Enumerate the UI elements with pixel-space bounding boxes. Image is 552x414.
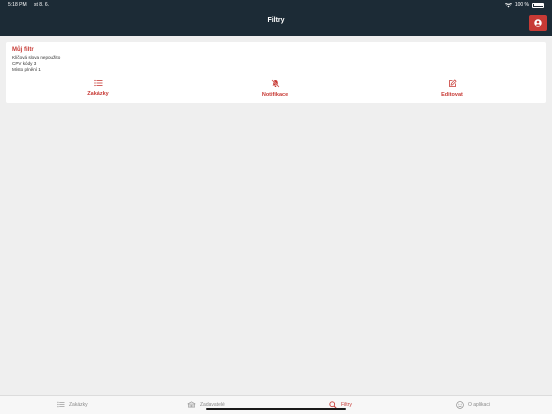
app-header: 5:18 PM st 8. 6. 100 % Filtry	[0, 0, 552, 36]
building-icon	[187, 401, 196, 408]
tab-orders[interactable]: Zakázky	[57, 401, 88, 408]
profile-button[interactable]	[529, 15, 547, 31]
smile-icon	[456, 401, 464, 409]
filter-keywords: Klíčová slova nepoužito	[12, 55, 61, 60]
tab-about-label: O aplikaci	[468, 402, 490, 408]
bottom-tab-bar: Zakázky Zadavatelé Filtry O aplikaci	[0, 395, 552, 414]
tab-contractors-label: Zadavatelé	[200, 401, 225, 408]
filter-actions: Zakázky Notifikace Editovat	[6, 79, 546, 101]
edit-action-button[interactable]: Editovat	[412, 79, 492, 98]
filter-place: Místo plnění 1	[12, 67, 41, 72]
page-title: Filtry	[267, 17, 285, 24]
list-icon	[57, 401, 65, 408]
filter-name: Můj filtr	[12, 47, 34, 53]
filter-cpv: CPV kódy 3	[12, 61, 37, 66]
tab-about[interactable]: O aplikaci	[456, 401, 490, 409]
notifications-action-button[interactable]: Notifikace	[235, 79, 315, 98]
battery-percent: 100 %	[514, 2, 529, 8]
edit-action-label: Editovat	[441, 92, 463, 98]
status-time: 5:18 PM	[8, 2, 27, 8]
list-icon	[93, 79, 102, 87]
notifications-action-label: Notifikace	[261, 92, 289, 98]
battery-icon	[532, 2, 544, 8]
orders-action-button[interactable]: Zakázky	[58, 79, 138, 97]
tab-contractors[interactable]: Zadavatelé	[187, 401, 225, 408]
orders-action-label: Zakázky	[87, 91, 109, 97]
home-indicator[interactable]	[206, 408, 346, 410]
wifi-icon	[504, 2, 512, 7]
edit-icon	[448, 79, 456, 87]
status-bar: 5:18 PM st 8. 6. 100 %	[0, 0, 552, 10]
bell-off-icon	[271, 79, 279, 88]
tab-orders-label: Zakázky	[69, 401, 88, 408]
status-date: st 8. 6.	[34, 2, 50, 8]
user-icon	[534, 19, 542, 27]
filter-card: Můj filtr Klíčová slova nepoužito CPV kó…	[6, 42, 546, 103]
